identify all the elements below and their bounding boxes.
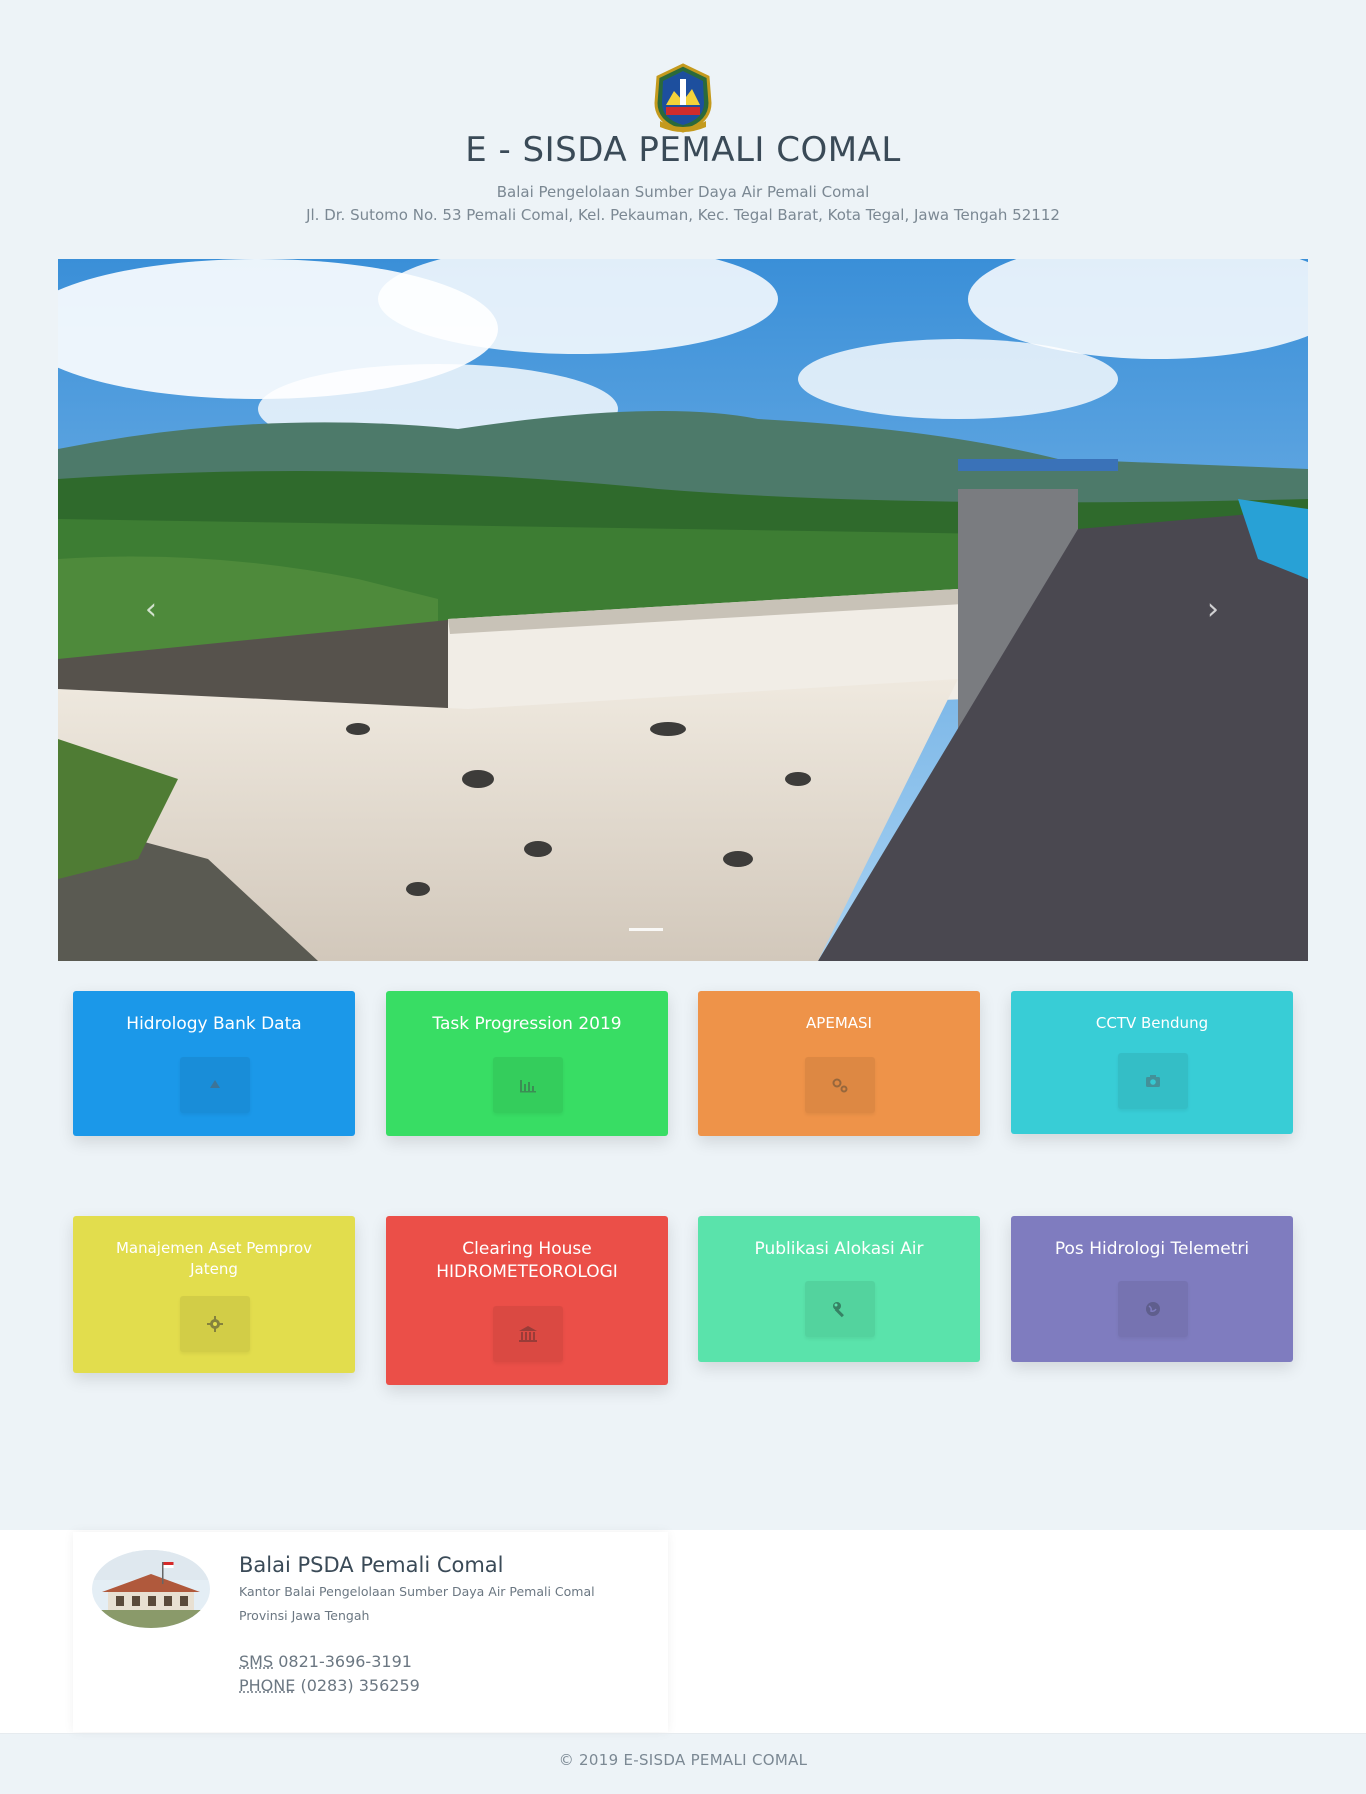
upload-icon — [210, 1080, 220, 1088]
contact-description: Kantor Balai Pengelolaan Sumber Daya Air… — [239, 1584, 595, 1599]
contact-region: Provinsi Jawa Tengah — [239, 1608, 370, 1623]
footer-divider — [0, 1733, 1366, 1734]
tile-cctv-bendung[interactable]: CCTV Bendung — [1011, 991, 1293, 1134]
tile-button[interactable] — [1118, 1281, 1188, 1337]
gear-icon — [207, 1316, 223, 1332]
contact-name: Balai PSDA Pemali Comal — [239, 1553, 504, 1577]
sms-label: SMS — [239, 1652, 274, 1671]
tile-pos-hidrologi[interactable]: Pos Hidrologi Telemetri — [1011, 1216, 1293, 1362]
phone-label: PHONE — [239, 1676, 296, 1695]
tile-label: Task Progression 2019 — [432, 1014, 622, 1034]
wrench-icon — [833, 1302, 844, 1318]
tile-manajemen-aset[interactable]: Manajemen Aset Pemprov Jateng — [73, 1216, 355, 1373]
copyright: © 2019 E-SISDA PEMALI COMAL — [558, 1751, 808, 1769]
office-photo — [92, 1550, 210, 1628]
bank-icon — [519, 1326, 537, 1342]
sms-number[interactable]: 0821-3696-3191 — [278, 1652, 412, 1671]
contact-phone: PHONE (0283) 356259 — [239, 1676, 420, 1695]
tile-button[interactable] — [493, 1306, 563, 1362]
tile-label: Pos Hidrologi Telemetri — [1054, 1239, 1250, 1259]
chevron-left-icon[interactable]: ‹ — [136, 590, 166, 630]
globe-icon — [1146, 1302, 1160, 1316]
site-subtitle: Balai Pengelolaan Sumber Daya Air Pemali… — [496, 183, 870, 201]
tile-publikasi-alokasi[interactable]: Publikasi Alokasi Air — [698, 1216, 980, 1362]
tile-button[interactable] — [805, 1057, 875, 1113]
phone-number[interactable]: (0283) 356259 — [300, 1676, 419, 1695]
tile-hidrology-bank-data[interactable]: Hidrology Bank Data — [73, 991, 355, 1136]
tile-button[interactable] — [1118, 1053, 1188, 1109]
gears-icon — [832, 1078, 848, 1093]
tile-button[interactable] — [805, 1281, 875, 1337]
hero-carousel[interactable] — [58, 259, 1308, 961]
tile-button[interactable] — [180, 1296, 250, 1352]
chevron-right-icon[interactable]: › — [1198, 590, 1228, 630]
tile-button[interactable] — [180, 1057, 250, 1113]
site-title: E - SISDA PEMALI COMAL — [465, 130, 901, 170]
contact-sms: SMS 0821-3696-3191 — [239, 1652, 412, 1671]
tile-label: Hidrology Bank Data — [126, 1014, 302, 1034]
tile-label: Publikasi Alokasi Air — [754, 1239, 924, 1259]
province-logo — [652, 63, 714, 133]
tile-task-progression[interactable]: Task Progression 2019 — [386, 991, 668, 1136]
tile-clearing-house[interactable]: Clearing House HIDROMETEOROLOGI — [386, 1216, 668, 1385]
tile-label: CCTV Bendung — [1095, 1014, 1209, 1032]
camera-icon — [1146, 1075, 1160, 1087]
tile-button[interactable] — [493, 1057, 563, 1113]
tile-label: APEMASI — [806, 1014, 872, 1032]
tile-label: Clearing House HIDROMETEOROLOGI — [436, 1239, 618, 1282]
carousel-indicator[interactable] — [629, 928, 663, 931]
tile-apemasi[interactable]: APEMASI — [698, 991, 980, 1136]
site-address: Jl. Dr. Sutomo No. 53 Pemali Comal, Kel.… — [306, 206, 1060, 224]
tile-label: Manajemen Aset Pemprov Jateng — [115, 1239, 313, 1278]
dam-photo — [58, 259, 1308, 961]
bar-chart-icon — [520, 1080, 536, 1093]
